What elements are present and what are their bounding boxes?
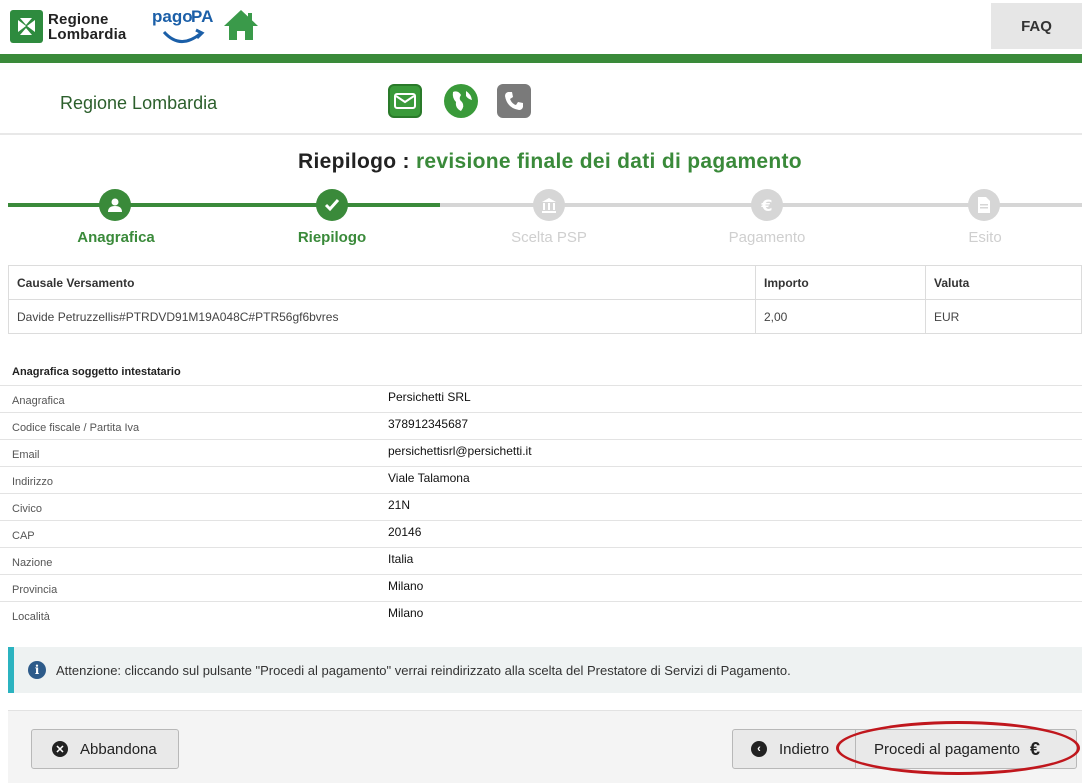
field-label: Nazione <box>0 547 388 575</box>
list-item: CAP 20146 <box>0 520 1082 548</box>
info-icon: i <box>28 661 46 679</box>
step-label-anagrafica: Anagrafica <box>77 229 155 246</box>
abbandona-label: Abbandona <box>80 740 157 758</box>
alert-text: Attenzione: cliccando sul pulsante "Proc… <box>56 662 791 678</box>
sub-header: Regione Lombardia <box>0 63 1082 135</box>
list-item: Provincia Milano <box>0 574 1082 602</box>
list-item: Indirizzo Viale Talamona <box>0 466 1082 494</box>
close-circle-icon: ✕ <box>52 741 68 757</box>
field-value: Viale Talamona <box>388 466 1082 494</box>
field-label: Anagrafica <box>0 385 388 413</box>
column-header-causale: Causale Versamento <box>8 265 756 300</box>
field-value: Milano <box>388 574 1082 602</box>
indietro-label: Indietro <box>779 740 830 758</box>
info-alert: i Attenzione: cliccando sul pulsante "Pr… <box>8 647 1082 693</box>
field-value: persichettisrl@persichetti.it <box>388 439 1082 467</box>
stepper-progress-line <box>8 203 440 207</box>
valuta-cell: EUR <box>925 299 1082 334</box>
field-value: Italia <box>388 547 1082 575</box>
svg-text:PA: PA <box>191 7 213 26</box>
svg-text:pago: pago <box>152 7 193 26</box>
field-label: Provincia <box>0 574 388 602</box>
table-row: Davide Petruzzellis#PTRDVD91M19A048C#PTR… <box>8 299 1082 334</box>
procedi-label: Procedi al pagamento <box>874 740 1020 758</box>
field-value: 378912345687 <box>388 412 1082 440</box>
indietro-button[interactable]: ‹ Indietro <box>732 729 856 769</box>
step-label-pagamento: Pagamento <box>728 229 806 246</box>
phone-icon[interactable] <box>497 84 531 118</box>
globe-icon[interactable] <box>444 84 478 118</box>
mail-icon[interactable] <box>388 84 422 118</box>
anagrafica-table: Anagrafica Persichetti SRL Codice fiscale… <box>0 385 1082 629</box>
abbandona-button[interactable]: ✕ Abbandona <box>31 729 179 769</box>
list-item: Anagrafica Persichetti SRL <box>0 385 1082 413</box>
top-header: Regione Lombardia pago PA FAQ <box>0 0 1082 54</box>
list-item: Codice fiscale / Partita Iva 378912345687 <box>0 412 1082 440</box>
list-item: Civico 21N <box>0 493 1082 521</box>
column-header-valuta: Valuta <box>925 265 1082 300</box>
step-riepilogo-check-icon <box>316 189 348 221</box>
brand-line-1: Regione <box>48 11 109 28</box>
brand-name: Regione Lombardia <box>48 12 126 42</box>
field-label: Codice fiscale / Partita Iva <box>0 412 388 440</box>
list-item: Nazione Italia <box>0 547 1082 575</box>
step-label-riepilogo: Riepilogo <box>297 229 367 246</box>
action-footer: ✕ Abbandona ‹ Indietro Procedi al pagame… <box>8 710 1082 783</box>
chevron-left-circle-icon: ‹ <box>751 741 767 757</box>
field-value: 20146 <box>388 520 1082 548</box>
page-title-accent: revisione finale dei dati di pagamento <box>415 150 802 173</box>
importo-cell: 2,00 <box>755 299 926 334</box>
causale-cell: Davide Petruzzellis#PTRDVD91M19A048C#PTR… <box>8 299 756 334</box>
field-value: Persichetti SRL <box>388 385 1082 413</box>
step-esito-document-icon <box>968 189 1000 221</box>
list-item: Località Milano <box>0 601 1082 629</box>
step-scelta-psp-bank-icon <box>533 189 565 221</box>
regione-lombardia-logo-icon[interactable] <box>10 10 43 43</box>
payment-summary-table: Causale Versamento Importo Valuta Davide… <box>8 265 1082 334</box>
step-anagrafica-user-icon <box>99 189 131 221</box>
procedi-al-pagamento-button[interactable]: Procedi al pagamento € <box>855 729 1077 769</box>
table-header-row: Causale Versamento Importo Valuta <box>8 265 1082 300</box>
field-value: 21N <box>388 493 1082 521</box>
entity-title: Regione Lombardia <box>60 93 218 113</box>
header-divider <box>0 54 1082 63</box>
pagopa-logo-icon[interactable]: pago PA <box>150 6 214 48</box>
faq-button[interactable]: FAQ <box>991 3 1082 49</box>
brand-line-2: Lombardia <box>48 26 127 43</box>
list-item: Email persichettisrl@persichetti.it <box>0 439 1082 467</box>
page-title: Riepilogo : revisione finale dei dati di… <box>0 150 1082 174</box>
field-label: Indirizzo <box>0 466 388 494</box>
page-title-main: Riepilogo : <box>298 150 416 173</box>
step-label-scelta-psp: Scelta PSP <box>511 229 587 246</box>
field-label: Email <box>0 439 388 467</box>
home-icon[interactable] <box>222 6 260 44</box>
step-label-esito: Esito <box>968 229 1002 246</box>
euro-icon: € <box>1029 738 1040 759</box>
field-label: Civico <box>0 493 388 521</box>
field-value: Milano <box>388 601 1082 629</box>
field-label: Località <box>0 601 388 629</box>
column-header-importo: Importo <box>755 265 926 300</box>
anagrafica-section-title: Anagrafica soggetto intestatario <box>12 366 181 378</box>
field-label: CAP <box>0 520 388 548</box>
progress-stepper: Anagrafica Riepilogo Scelta PSP € Pagame… <box>0 188 1082 252</box>
step-pagamento-euro-icon: € <box>751 189 783 221</box>
